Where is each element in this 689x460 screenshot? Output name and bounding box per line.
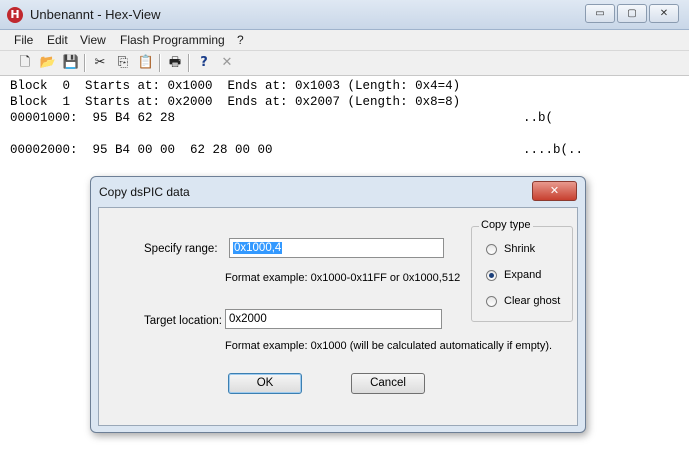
menu-view[interactable]: View <box>80 33 106 47</box>
caption-buttons: ▭ ▢ ✕ <box>585 4 679 23</box>
copy-type-title: Copy type <box>479 219 533 231</box>
target-input[interactable]: 0x2000 <box>225 309 442 329</box>
cancel-button[interactable]: Cancel <box>351 373 425 394</box>
range-value: 0x1000,4 <box>233 242 283 254</box>
range-format-hint: Format example: 0x1000-0x11FF or 0x1000,… <box>225 272 461 284</box>
range-input[interactable]: 0x1000,4 <box>229 238 444 258</box>
app-logo-icon: H <box>7 7 23 23</box>
target-format-hint: Format example: 0x1000 (will be calculat… <box>225 340 553 352</box>
maximize-button[interactable]: ▢ <box>617 4 647 23</box>
toolbar: 🗋 📂 💾 ✂ ⎘ 📋 🖶 ? ✕ <box>0 51 689 76</box>
radio-button[interactable] <box>486 269 497 281</box>
radio-label: Expand <box>504 269 542 281</box>
range-label: Specify range: <box>144 243 218 255</box>
block-info-line: Block 0 Starts at: 0x1000 Ends at: 0x100… <box>10 79 461 93</box>
window-title: Unbenannt - Hex-View <box>30 7 161 22</box>
new-file-icon[interactable]: 🗋 <box>16 54 34 72</box>
menu-flash-programming[interactable]: Flash Programming <box>120 33 225 47</box>
copy-icon[interactable]: ⎘ <box>114 54 132 72</box>
copy-dspic-dialog: Copy dsPIC data ✕ Specify range: 0x1000,… <box>90 176 586 433</box>
paste-icon[interactable]: 📋 <box>137 54 155 72</box>
hex-ascii: ..b( <box>523 111 554 125</box>
copy-type-group: Copy type Shrink Expand Clear ghost <box>471 219 573 322</box>
radio-button[interactable] <box>486 295 497 307</box>
minimize-button[interactable]: ▭ <box>585 4 615 23</box>
target-value: 0x2000 <box>229 313 267 325</box>
hex-data-line: 00002000: 95 B4 00 00 62 28 00 00 <box>10 143 273 157</box>
help-icon[interactable]: ? <box>195 54 213 72</box>
radio-clear-ghost[interactable]: Clear ghost <box>486 295 560 307</box>
print-icon[interactable]: 🖶 <box>166 54 184 72</box>
menu-bar: File Edit View Flash Programming ? <box>0 30 689 51</box>
toolbar-separator <box>159 54 161 72</box>
radio-label: Shrink <box>504 243 536 255</box>
target-label: Target location: <box>144 315 222 327</box>
close-button[interactable]: ✕ <box>649 4 679 23</box>
radio-label: Clear ghost <box>504 295 561 307</box>
menu-edit[interactable]: Edit <box>47 33 68 47</box>
save-icon[interactable]: 💾 <box>62 54 80 72</box>
menu-file[interactable]: File <box>14 33 33 47</box>
delete-icon[interactable]: ✕ <box>218 54 236 72</box>
dialog-body: Specify range: 0x1000,4 Format example: … <box>98 207 578 426</box>
dialog-title: Copy dsPIC data <box>99 185 190 199</box>
toolbar-separator <box>188 54 190 72</box>
cut-icon[interactable]: ✂ <box>91 54 109 72</box>
radio-button[interactable] <box>486 243 497 255</box>
menu-help[interactable]: ? <box>237 33 244 47</box>
hex-data-line: 00001000: 95 B4 62 28 <box>10 111 176 125</box>
radio-expand[interactable]: Expand <box>486 269 541 281</box>
hex-ascii: ....b(.. <box>523 143 584 157</box>
ok-button[interactable]: OK <box>228 373 302 394</box>
block-info-line: Block 1 Starts at: 0x2000 Ends at: 0x200… <box>10 95 461 109</box>
open-folder-icon[interactable]: 📂 <box>39 54 57 72</box>
dialog-close-button[interactable]: ✕ <box>532 181 577 201</box>
radio-shrink[interactable]: Shrink <box>486 243 535 255</box>
title-bar: H Unbenannt - Hex-View ▭ ▢ ✕ <box>0 0 689 30</box>
toolbar-separator <box>84 54 86 72</box>
